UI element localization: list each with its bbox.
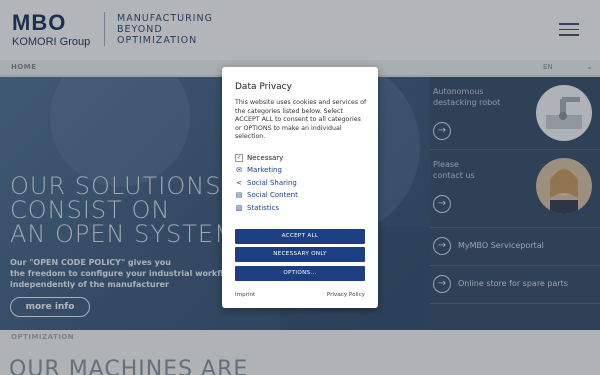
description-line-4: or OPTIONS to make an individual (235, 124, 342, 132)
option-label: Marketing (247, 166, 282, 174)
description-line-5: selection. (235, 133, 266, 140)
option-label: Statistics (247, 204, 279, 212)
privacy-policy-link[interactable]: Privacy Policy (327, 292, 365, 298)
option-necessary[interactable]: ✓ Necessary (235, 153, 365, 163)
option-social-sharing[interactable]: < Social Sharing (235, 178, 365, 188)
description-line-2: the categories listed below. Select (235, 107, 343, 115)
share-icon: < (236, 179, 242, 187)
dialog-description: This website uses cookies and services o… (235, 99, 369, 142)
option-social-content[interactable]: ▤ Social Content (235, 190, 365, 200)
option-label: Necessary (247, 154, 284, 162)
options-button[interactable]: OPTIONS... (235, 266, 365, 281)
description-line-1: This website uses cookies and services o… (235, 99, 367, 106)
option-label: Social Sharing (247, 179, 297, 187)
bar-chart-icon: ▧ (235, 204, 243, 212)
check-icon: ✓ (235, 154, 243, 162)
option-label: Social Content (247, 191, 298, 199)
description-line-3: ACCEPT ALL to consent to all categories (235, 116, 361, 123)
imprint-link[interactable]: Imprint (235, 292, 255, 298)
email-icon: ✉ (236, 166, 242, 174)
dialog-title: Data Privacy (235, 82, 292, 92)
option-statistics[interactable]: ▧ Statistics (235, 203, 365, 213)
necessary-only-button[interactable]: NECESSARY ONLY (235, 247, 365, 262)
option-marketing[interactable]: ✉ Marketing (235, 165, 365, 175)
chat-icon: ▤ (235, 191, 243, 199)
accept-all-button[interactable]: ACCEPT ALL (235, 229, 365, 244)
data-privacy-dialog: Data Privacy This website uses cookies a… (222, 67, 378, 308)
